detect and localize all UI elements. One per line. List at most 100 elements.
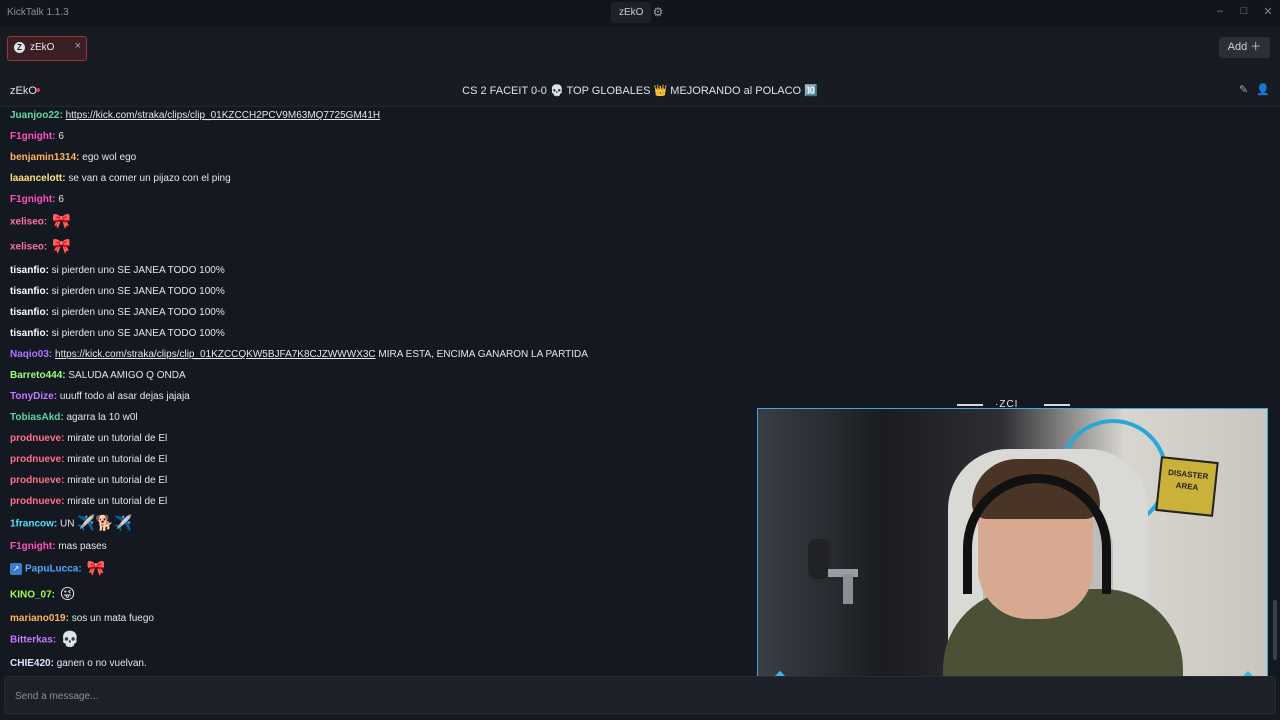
chat-message: TobiasAkd: agarra la 10 w0l (10, 408, 138, 428)
chat-username[interactable]: tisanfio: (10, 265, 49, 276)
chat-message: Juanjoo22: https://kick.com/straka/clips… (10, 106, 380, 126)
chat-username[interactable]: Bitterkas: (10, 635, 56, 646)
chat-text: ego wol ego (82, 152, 137, 163)
chat-username[interactable]: tisanfio: (10, 286, 49, 297)
chat-message: CHIE420: ganen o no vuelvan. (10, 654, 147, 674)
webcam-overlay: DISASTER AREA (757, 408, 1268, 695)
chat-link[interactable]: https://kick.com/straka/clips/clip_01KZC… (66, 110, 381, 121)
chat-message: TonyDize: uuuff todo al asar dejas jajaj… (10, 387, 190, 407)
chat-message: prodnueve: mirate un tutorial de El (10, 471, 167, 491)
chat-message: tisanfio: si pierden uno SE JANEA TODO 1… (10, 303, 225, 323)
chat-username[interactable]: 1francow: (10, 519, 57, 530)
emote-icon: 🎀 (86, 560, 106, 577)
microphone-icon (808, 539, 858, 604)
chat-username[interactable]: prodnueve: (10, 454, 64, 465)
chat-username[interactable]: PapuLucca: (25, 564, 82, 575)
chat-username[interactable]: F1gnight: (10, 194, 56, 205)
tab-label: zEkO (30, 42, 55, 53)
message-input[interactable] (5, 677, 1017, 715)
chat-message: 1francow: UN ✈️🐕✈️ (10, 514, 133, 534)
maximize-icon[interactable]: □ (1237, 5, 1251, 17)
message-input-bar (4, 676, 1276, 715)
emote-icon: 💀 (60, 631, 80, 648)
chat-username[interactable]: benjamin1314: (10, 152, 79, 163)
chat-message: Naqio03: https://kick.com/straka/clips/c… (10, 345, 588, 365)
chat-username[interactable]: TobiasAkd: (10, 412, 64, 423)
minimize-icon[interactable]: – (1213, 5, 1227, 17)
tab-zeko[interactable]: Z zEkO × (7, 36, 87, 61)
emote-icon: ✈️🐕✈️ (76, 515, 133, 532)
app-title: KickTalk 1.1.3 (7, 7, 69, 18)
chat-username[interactable]: xeliseo: (10, 242, 47, 253)
chat-text: UN (60, 518, 75, 530)
chat-username[interactable]: prodnueve: (10, 433, 64, 444)
chat-username[interactable]: F1gnight: (10, 541, 56, 552)
chat-username[interactable]: Juanjoo22: (10, 110, 63, 121)
chat-text: SALUDA AMIGO Q ONDA (68, 370, 186, 381)
chat-text: sos un mata fuego (71, 613, 154, 624)
chat-username[interactable]: laaancelott: (10, 173, 66, 184)
chat-username[interactable]: Naqio03: (10, 349, 52, 360)
chat-text: se van a comer un pijazo con el ping (68, 173, 231, 184)
chat-username[interactable]: Barreto444: (10, 370, 66, 381)
chat-message: F1gnight: 6 (10, 190, 64, 210)
chat-message: ↗ PapuLucca: 🎀 (10, 559, 105, 579)
chat-text: si pierden uno SE JANEA TODO 100% (51, 286, 225, 297)
chat-text: si pierden uno SE JANEA TODO 100% (51, 328, 225, 339)
chat-username[interactable]: prodnueve: (10, 496, 64, 507)
chat-text: ganen o no vuelvan. (56, 658, 147, 669)
overlay-line (1044, 404, 1070, 406)
chat-username[interactable]: CHIE420: (10, 658, 54, 669)
chat-message: tisanfio: si pierden uno SE JANEA TODO 1… (10, 261, 225, 281)
chat-username[interactable]: F1gnight: (10, 131, 56, 142)
chat-message: F1gnight: mas pases (10, 537, 107, 557)
chat-message: xeliseo: 🎀 (10, 212, 71, 232)
chat-username[interactable]: TonyDize: (10, 391, 57, 402)
chat-message: Barreto444: SALUDA AMIGO Q ONDA (10, 366, 186, 386)
chat-text: uuuff todo al asar dejas jajaja (59, 391, 190, 402)
close-icon[interactable]: × (75, 40, 81, 52)
add-button[interactable]: Add ＋ (1219, 37, 1270, 58)
chat-message: F1gnight: 6 (10, 127, 64, 147)
chat-message: prodnueve: mirate un tutorial de El (10, 450, 167, 470)
chat-username[interactable]: KINO_07: (10, 590, 55, 601)
chat-text: si pierden uno SE JANEA TODO 100% (51, 307, 225, 318)
chat-message: benjamin1314: ego wol ego (10, 148, 136, 168)
channel-chip[interactable]: zEkO (611, 2, 652, 23)
scrollbar[interactable] (1273, 600, 1277, 660)
gear-icon[interactable]: ⚙ (650, 3, 666, 21)
chat-header: zEkO CS 2 FACEIT 0-0 💀 TOP GLOBALES 👑 ME… (0, 74, 1280, 107)
chat-text: mirate un tutorial de El (67, 433, 168, 444)
chat-message: tisanfio: si pierden uno SE JANEA TODO 1… (10, 324, 225, 344)
pin-icon[interactable]: ✎ (1239, 83, 1248, 96)
chat-text: 6 (58, 131, 64, 142)
disaster-area-sign: DISASTER AREA (1155, 456, 1219, 517)
chat-username[interactable]: prodnueve: (10, 475, 64, 486)
avatar: Z (14, 42, 25, 53)
chat-text: si pierden uno SE JANEA TODO 100% (51, 265, 225, 276)
chat-text: mirate un tutorial de El (67, 475, 168, 486)
chat-link[interactable]: https://kick.com/straka/clips/clip_01KZC… (55, 349, 376, 360)
emote-icon: 🎀 (52, 213, 71, 230)
chat-text: agarra la 10 w0l (66, 412, 138, 423)
chat-message: mariano019: sos un mata fuego (10, 609, 154, 629)
emote-icon: 🎀 (52, 238, 71, 255)
chat-username[interactable]: mariano019: (10, 613, 69, 624)
overlay-line (957, 404, 983, 406)
close-icon[interactable]: ✕ (1261, 5, 1275, 18)
chat-text: 6 (58, 194, 64, 205)
chat-username[interactable]: xeliseo: (10, 217, 47, 228)
chat-message: xeliseo: 🎀 (10, 237, 71, 257)
chat-text: MIRA ESTA, ENCIMA GANARON LA PARTIDA (378, 349, 588, 360)
chat-message: tisanfio: si pierden uno SE JANEA TODO 1… (10, 282, 225, 302)
chat-text: mirate un tutorial de El (67, 496, 168, 507)
chat-text: mas pases (58, 541, 107, 552)
chat-username[interactable]: tisanfio: (10, 307, 49, 318)
user-icon[interactable]: 👤 (1256, 83, 1270, 96)
stream-title: CS 2 FACEIT 0-0 💀 TOP GLOBALES 👑 MEJORAN… (462, 85, 818, 97)
chat-username[interactable]: tisanfio: (10, 328, 49, 339)
emote-icon: 😜 (59, 586, 76, 603)
tab-bar: Z zEkO × (0, 26, 1280, 74)
chat-message: laaancelott: se van a comer un pijazo co… (10, 169, 231, 189)
title-bar: KickTalk 1.1.3 zEkO ⚙ – □ ✕ (0, 0, 1280, 26)
